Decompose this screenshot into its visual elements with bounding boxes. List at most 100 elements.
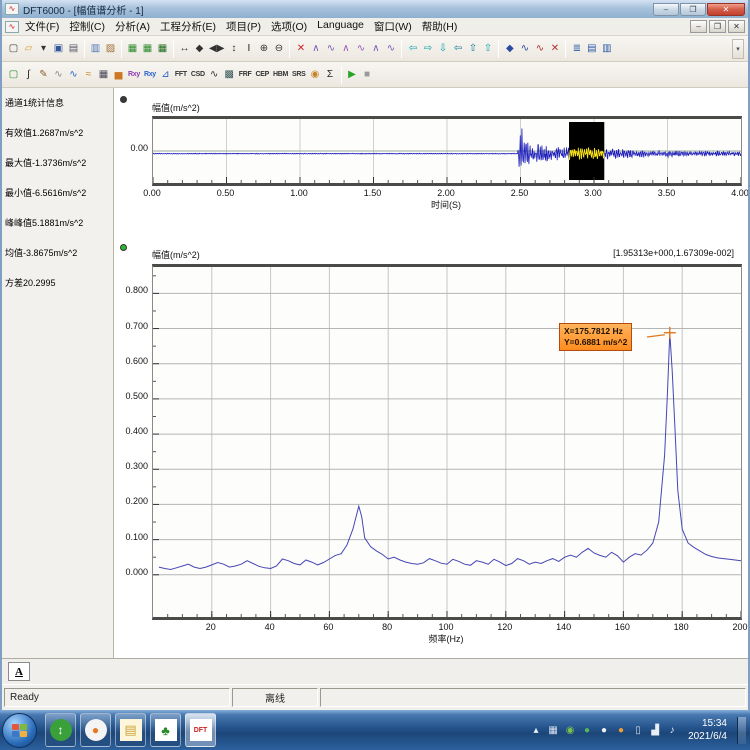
- marker-cursor-button[interactable]: ◆: [192, 39, 207, 59]
- nav-up-button[interactable]: ⇧: [465, 39, 480, 59]
- cepstrum-button[interactable]: CEP: [253, 65, 271, 85]
- autocorrelation-button[interactable]: Rxy: [126, 65, 142, 85]
- mdi-close-button[interactable]: ✕: [728, 20, 745, 33]
- power-spectrum-icon: ∿: [210, 70, 218, 80]
- taskbar-clock[interactable]: 15:34 2021/6/4: [688, 717, 727, 744]
- menu-engineering-analysis[interactable]: 工程分析(E): [155, 18, 221, 35]
- paste-button[interactable]: ▨: [103, 39, 118, 59]
- tray-hidden-icons-icon[interactable]: ▴: [530, 725, 542, 736]
- spectrogram-button[interactable]: ▩: [222, 65, 237, 85]
- app-suite-taskbar-button[interactable]: ♣: [150, 713, 181, 747]
- new-file-button[interactable]: ▢: [6, 39, 21, 59]
- curve-blue-button[interactable]: ∿: [517, 39, 532, 59]
- menu-options[interactable]: 选项(O): [266, 18, 312, 35]
- peak-cursor-1-button[interactable]: ∧: [308, 39, 323, 59]
- octave-button[interactable]: ◉: [308, 65, 323, 85]
- window-tile-vertical-button[interactable]: ▥: [599, 39, 614, 59]
- toolbar-overflow-button[interactable]: ▾: [732, 39, 744, 59]
- print-button[interactable]: ▤: [66, 39, 81, 59]
- statistics-sum-button[interactable]: Σ: [323, 65, 338, 85]
- tray-calendar-icon[interactable]: ▦: [547, 725, 559, 736]
- csd-button[interactable]: CSD: [189, 65, 207, 85]
- app-updater-taskbar-button[interactable]: ↕: [45, 713, 76, 747]
- ibeam-cursor-button[interactable]: I: [241, 39, 256, 59]
- nav-left-button[interactable]: ⇦: [405, 39, 420, 59]
- tray-clipboard-icon[interactable]: ▯: [632, 725, 644, 736]
- stop-button[interactable]: ■: [360, 65, 375, 85]
- edit-curve-button[interactable]: ✎: [36, 65, 51, 85]
- hbm-button[interactable]: HBM: [271, 65, 290, 85]
- copy-button[interactable]: ▥: [88, 39, 103, 59]
- nav-back-button[interactable]: ⇦: [450, 39, 465, 59]
- peak-cursor-4-button[interactable]: ∿: [353, 39, 368, 59]
- peak-cursor-5-icon: ∧: [372, 44, 379, 54]
- layout-grid-3-button[interactable]: ▦: [155, 39, 170, 59]
- start-button[interactable]: [2, 713, 37, 748]
- tray-updater-icon[interactable]: ●: [615, 725, 627, 736]
- annotation-tool-button[interactable]: A: [8, 662, 30, 681]
- app-browser-taskbar-button[interactable]: ●: [80, 713, 111, 747]
- open-file-button[interactable]: ▱: [21, 39, 36, 59]
- menu-language[interactable]: Language: [312, 18, 369, 35]
- expand-vertical-button[interactable]: ↕: [226, 39, 241, 59]
- window-tile-horizontal-button[interactable]: ▤: [584, 39, 599, 59]
- nav-right-button[interactable]: ⇨: [420, 39, 435, 59]
- menu-control[interactable]: 控制(C): [64, 18, 110, 35]
- menu-file[interactable]: 文件(F): [20, 18, 64, 35]
- spectrum-plot[interactable]: X=175.7812 Hz Y=0.6881 m/s^2: [152, 264, 742, 620]
- mdi-restore-button[interactable]: ❐: [709, 20, 726, 33]
- power-spectrum-button[interactable]: ∿: [207, 65, 222, 85]
- nav-down-button[interactable]: ⇩: [435, 39, 450, 59]
- app-media-player-taskbar-button[interactable]: ▤: [115, 713, 146, 747]
- zoom-in-button[interactable]: ⊕: [256, 39, 271, 59]
- run-button[interactable]: ▶: [345, 65, 360, 85]
- mdi-minimize-button[interactable]: –: [690, 20, 707, 33]
- peak-cursor-2-button[interactable]: ∿: [323, 39, 338, 59]
- tray-cloud-icon[interactable]: ●: [598, 725, 610, 736]
- selection-region-button[interactable]: ▢: [6, 65, 21, 85]
- frf-button[interactable]: FRF: [237, 65, 254, 85]
- fft-button[interactable]: FFT: [173, 65, 189, 85]
- peak-marker-label[interactable]: X=175.7812 Hz Y=0.6881 m/s^2: [559, 323, 632, 351]
- pair-cursor-button[interactable]: ◀▶: [207, 39, 226, 59]
- transfer-button[interactable]: ⊿: [158, 65, 173, 85]
- curve-delete-button[interactable]: ✕: [547, 39, 562, 59]
- layout-grid-2-button[interactable]: ▦: [140, 39, 155, 59]
- tray-network-icon[interactable]: ▟: [649, 725, 661, 736]
- crosscorrelation-button[interactable]: Rxy: [142, 65, 158, 85]
- menu-window[interactable]: 窗口(W): [369, 18, 417, 35]
- zoom-out-button[interactable]: ⊖: [271, 39, 286, 59]
- cursor-peak-search-button[interactable]: ◆: [502, 39, 517, 59]
- histogram-button[interactable]: ▅: [111, 65, 126, 85]
- data-table-button[interactable]: ▦: [96, 65, 111, 85]
- app-dft-taskbar-button[interactable]: DFT: [185, 713, 216, 747]
- window-cascade-button[interactable]: ≣: [569, 39, 584, 59]
- smoothing-button[interactable]: ≈: [81, 65, 96, 85]
- integral-button[interactable]: ∫: [21, 65, 36, 85]
- menu-help[interactable]: 帮助(H): [417, 18, 463, 35]
- peak-cursor-5-button[interactable]: ∧: [368, 39, 383, 59]
- tray-messenger-icon[interactable]: ●: [581, 725, 593, 736]
- delete-cursor-button[interactable]: ✕: [293, 39, 308, 59]
- time-plot[interactable]: [152, 116, 742, 186]
- srs-button[interactable]: SRS: [290, 65, 308, 85]
- pan-cursor-button[interactable]: ↔: [177, 39, 192, 59]
- menu-project[interactable]: 项目(P): [221, 18, 266, 35]
- show-desktop-button[interactable]: [737, 717, 746, 744]
- peak-cursor-6-button[interactable]: ∿: [383, 39, 398, 59]
- layout-grid-1-button[interactable]: ▦: [125, 39, 140, 59]
- menu-analysis[interactable]: 分析(A): [110, 18, 155, 35]
- restore-button[interactable]: ❐: [680, 3, 706, 16]
- title-bar[interactable]: ∿ DFT6000 - [幅值谱分析 - 1] – ❐ ✕: [2, 0, 748, 18]
- detrend-button[interactable]: ∿: [51, 65, 66, 85]
- curve-red-button[interactable]: ∿: [532, 39, 547, 59]
- close-button[interactable]: ✕: [707, 3, 745, 16]
- nav-top-button[interactable]: ⇧: [480, 39, 495, 59]
- filter-button[interactable]: ∿: [66, 65, 81, 85]
- save-file-button[interactable]: ▣: [51, 39, 66, 59]
- open-dropdown-button[interactable]: ▾: [36, 39, 51, 59]
- minimize-button[interactable]: –: [653, 3, 679, 16]
- peak-cursor-3-button[interactable]: ∧: [338, 39, 353, 59]
- tray-volume-icon[interactable]: ♪: [666, 725, 678, 736]
- tray-security-shield-icon[interactable]: ◉: [564, 725, 576, 736]
